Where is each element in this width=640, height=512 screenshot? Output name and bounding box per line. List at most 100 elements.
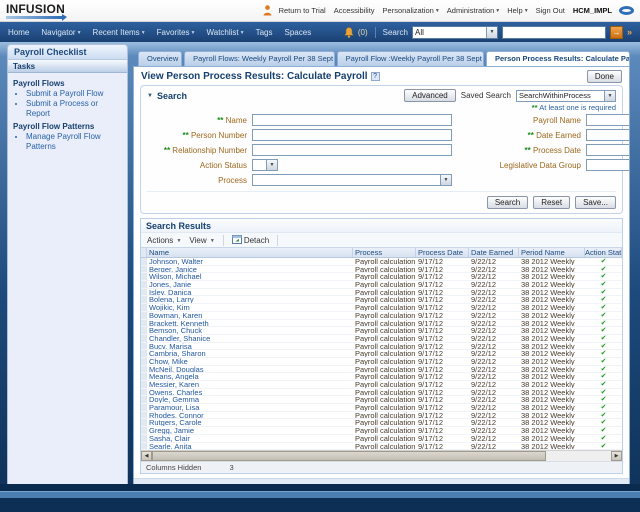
process-date-input[interactable] [586, 144, 630, 156]
topbar-link[interactable]: Personalization▼ [383, 6, 440, 15]
person-name-link[interactable]: Messier, Karen [147, 381, 353, 388]
topbar-link[interactable]: Return to Trial [279, 6, 327, 15]
menu-item[interactable]: Spaces [285, 28, 313, 37]
tab-overview[interactable]: Overview [138, 51, 182, 66]
person-name-link[interactable]: Paramour, Lisa [147, 404, 353, 411]
column-header-action-status[interactable]: Action Stat [585, 248, 622, 257]
reset-button[interactable]: Reset [533, 196, 570, 209]
action-status-select[interactable]: ▼ [252, 159, 278, 171]
table-row[interactable]: Bucy, Marisa Payroll calculation 9/17/12… [141, 343, 622, 351]
saved-search-select[interactable]: SearchWithinProcess ▼ [516, 90, 616, 102]
column-header-process-date[interactable]: Process Date [416, 248, 469, 257]
table-row[interactable]: Bemson, Chuck Payroll calculation 9/17/1… [141, 327, 622, 335]
view-menu-button[interactable]: View ▼ [189, 236, 214, 245]
menu-item[interactable]: Watchlist▼ [207, 28, 245, 37]
menu-item[interactable]: Navigator▼ [41, 28, 81, 37]
column-header-date-earned[interactable]: Date Earned [469, 248, 519, 257]
column-header-name[interactable]: Name [147, 248, 353, 257]
done-button[interactable]: Done [587, 70, 622, 83]
table-row[interactable]: Wojikic, Kim Payroll calculation 9/17/12… [141, 304, 622, 312]
table-row[interactable]: Bowman, Karen Payroll calculation 9/17/1… [141, 312, 622, 320]
person-name-link[interactable]: Cambria, Sharon [147, 350, 353, 357]
search-go-button[interactable]: → [610, 26, 623, 39]
link-submit-payroll-flow[interactable]: Submit a Payroll Flow [26, 89, 124, 99]
scroll-left-button[interactable]: ◀ [141, 451, 152, 461]
table-row[interactable]: Chow, Mike Payroll calculation 9/17/12 9… [141, 358, 622, 366]
horizontal-scrollbar[interactable]: ◀ ▶ [141, 450, 622, 461]
person-name-link[interactable]: McNeil, Douglas [147, 366, 353, 373]
link-submit-process-or-report[interactable]: Submit a Process or Report [26, 99, 124, 119]
process-select[interactable]: ▼ [252, 174, 452, 186]
person-name-link[interactable]: Berger, Janice [147, 266, 353, 273]
person-name-link[interactable]: Johnson, Walter [147, 258, 353, 265]
table-row[interactable]: Jones, Janie Payroll calculation 9/17/12… [141, 281, 622, 289]
save-button[interactable]: Save... [575, 196, 616, 209]
collapse-icon[interactable]: ▼ [147, 93, 153, 99]
table-row[interactable]: Sasha, Clair Payroll calculation 9/17/12… [141, 435, 622, 443]
person-number-input[interactable] [252, 129, 452, 141]
column-header-process[interactable]: Process [353, 248, 416, 257]
person-name-link[interactable]: Bemson, Chuck [147, 327, 353, 334]
tab-payroll-flow[interactable]: Payroll Flow :Weekly Payroll Per 38 Sept… [337, 51, 484, 66]
tab-person-process-results[interactable]: Person Process Results: Calculate Payrol… [486, 51, 630, 66]
person-name-link[interactable]: Isley, Danica [147, 289, 353, 296]
table-row[interactable]: Wilson, Michael Payroll calculation 9/17… [141, 273, 622, 281]
person-name-link[interactable]: Bowman, Karen [147, 312, 353, 319]
date-earned-input[interactable] [586, 129, 630, 141]
help-icon[interactable]: ? [371, 72, 380, 81]
legislative-data-group-select[interactable]: ▼ [586, 159, 630, 171]
table-row[interactable]: Rutgers, Carole Payroll calculation 9/17… [141, 419, 622, 427]
table-row[interactable]: Brackett, Kenneth Payroll calculation 9/… [141, 320, 622, 328]
person-name-link[interactable]: Gregg, Jamie [147, 427, 353, 434]
person-name-link[interactable]: Chow, Mike [147, 358, 353, 365]
menu-item[interactable]: Home [8, 28, 30, 37]
person-name-link[interactable]: Searle, Anita [147, 443, 353, 450]
person-name-link[interactable]: Chandler, Shanice [147, 335, 353, 342]
table-row[interactable]: Chandler, Shanice Payroll calculation 9/… [141, 335, 622, 343]
search-scope-select[interactable]: All ▼ [412, 26, 498, 39]
actions-menu-button[interactable]: Actions ▼ [147, 236, 181, 245]
notifications-bell-icon[interactable] [344, 27, 354, 38]
advanced-search-icon[interactable]: » [627, 27, 632, 37]
table-row[interactable]: Isley, Danica Payroll calculation 9/17/1… [141, 289, 622, 297]
person-name-link[interactable]: Bolena, Larry [147, 296, 353, 303]
advanced-button[interactable]: Advanced [404, 89, 456, 102]
table-row[interactable]: Berger, Janice Payroll calculation 9/17/… [141, 266, 622, 274]
table-row[interactable]: Searle, Anita Payroll calculation 9/17/1… [141, 443, 622, 451]
person-name-link[interactable]: Wojikic, Kim [147, 304, 353, 311]
search-button[interactable]: Search [487, 196, 528, 209]
topbar-link[interactable]: Administration▼ [447, 6, 500, 15]
person-name-link[interactable]: Rutgers, Carole [147, 419, 353, 426]
table-row[interactable]: Johnson, Walter Payroll calculation 9/17… [141, 258, 622, 266]
table-row[interactable]: Doyle, Gemma Payroll calculation 9/17/12… [141, 396, 622, 404]
table-row[interactable]: Means, Angela Payroll calculation 9/17/1… [141, 373, 622, 381]
tasks-section-header[interactable]: Tasks [8, 60, 127, 73]
table-row[interactable]: Messier, Karen Payroll calculation 9/17/… [141, 381, 622, 389]
table-row[interactable]: Rhodes, Connor Payroll calculation 9/17/… [141, 412, 622, 420]
person-name-link[interactable]: Sasha, Clair [147, 435, 353, 442]
tab-payroll-flows[interactable]: Payroll Flows: Weekly Payroll Per 38 Sep… [184, 51, 335, 66]
menu-item[interactable]: Recent Items▼ [93, 28, 146, 37]
menu-item[interactable]: Tags [256, 28, 274, 37]
table-row[interactable]: Cambria, Sharon Payroll calculation 9/17… [141, 350, 622, 358]
person-name-link[interactable]: Owens, Charles [147, 389, 353, 396]
detach-button[interactable]: Detach [232, 235, 269, 245]
person-name-link[interactable]: Rhodes, Connor [147, 412, 353, 419]
column-header-period-name[interactable]: Period Name [519, 248, 585, 257]
table-row[interactable]: Paramour, Lisa Payroll calculation 9/17/… [141, 404, 622, 412]
link-manage-payroll-flow-patterns[interactable]: Manage Payroll Flow Patterns [26, 132, 124, 152]
person-name-link[interactable]: Bucy, Marisa [147, 343, 353, 350]
scrollbar-thumb[interactable] [152, 451, 546, 461]
scrollbar-track[interactable] [546, 451, 611, 461]
topbar-link[interactable]: Help▼ [507, 6, 528, 15]
global-search-input[interactable] [502, 26, 606, 39]
person-name-link[interactable]: Brackett, Kenneth [147, 320, 353, 327]
person-name-link[interactable]: Doyle, Gemma [147, 396, 353, 403]
table-row[interactable]: Owens, Charles Payroll calculation 9/17/… [141, 389, 622, 397]
relationship-number-input[interactable] [252, 144, 452, 156]
person-name-link[interactable]: Wilson, Michael [147, 273, 353, 280]
topbar-link[interactable]: Sign Out [536, 6, 566, 15]
payroll-name-select[interactable]: ▼ [586, 114, 630, 126]
table-row[interactable]: Gregg, Jamie Payroll calculation 9/17/12… [141, 427, 622, 435]
name-input[interactable] [252, 114, 452, 126]
